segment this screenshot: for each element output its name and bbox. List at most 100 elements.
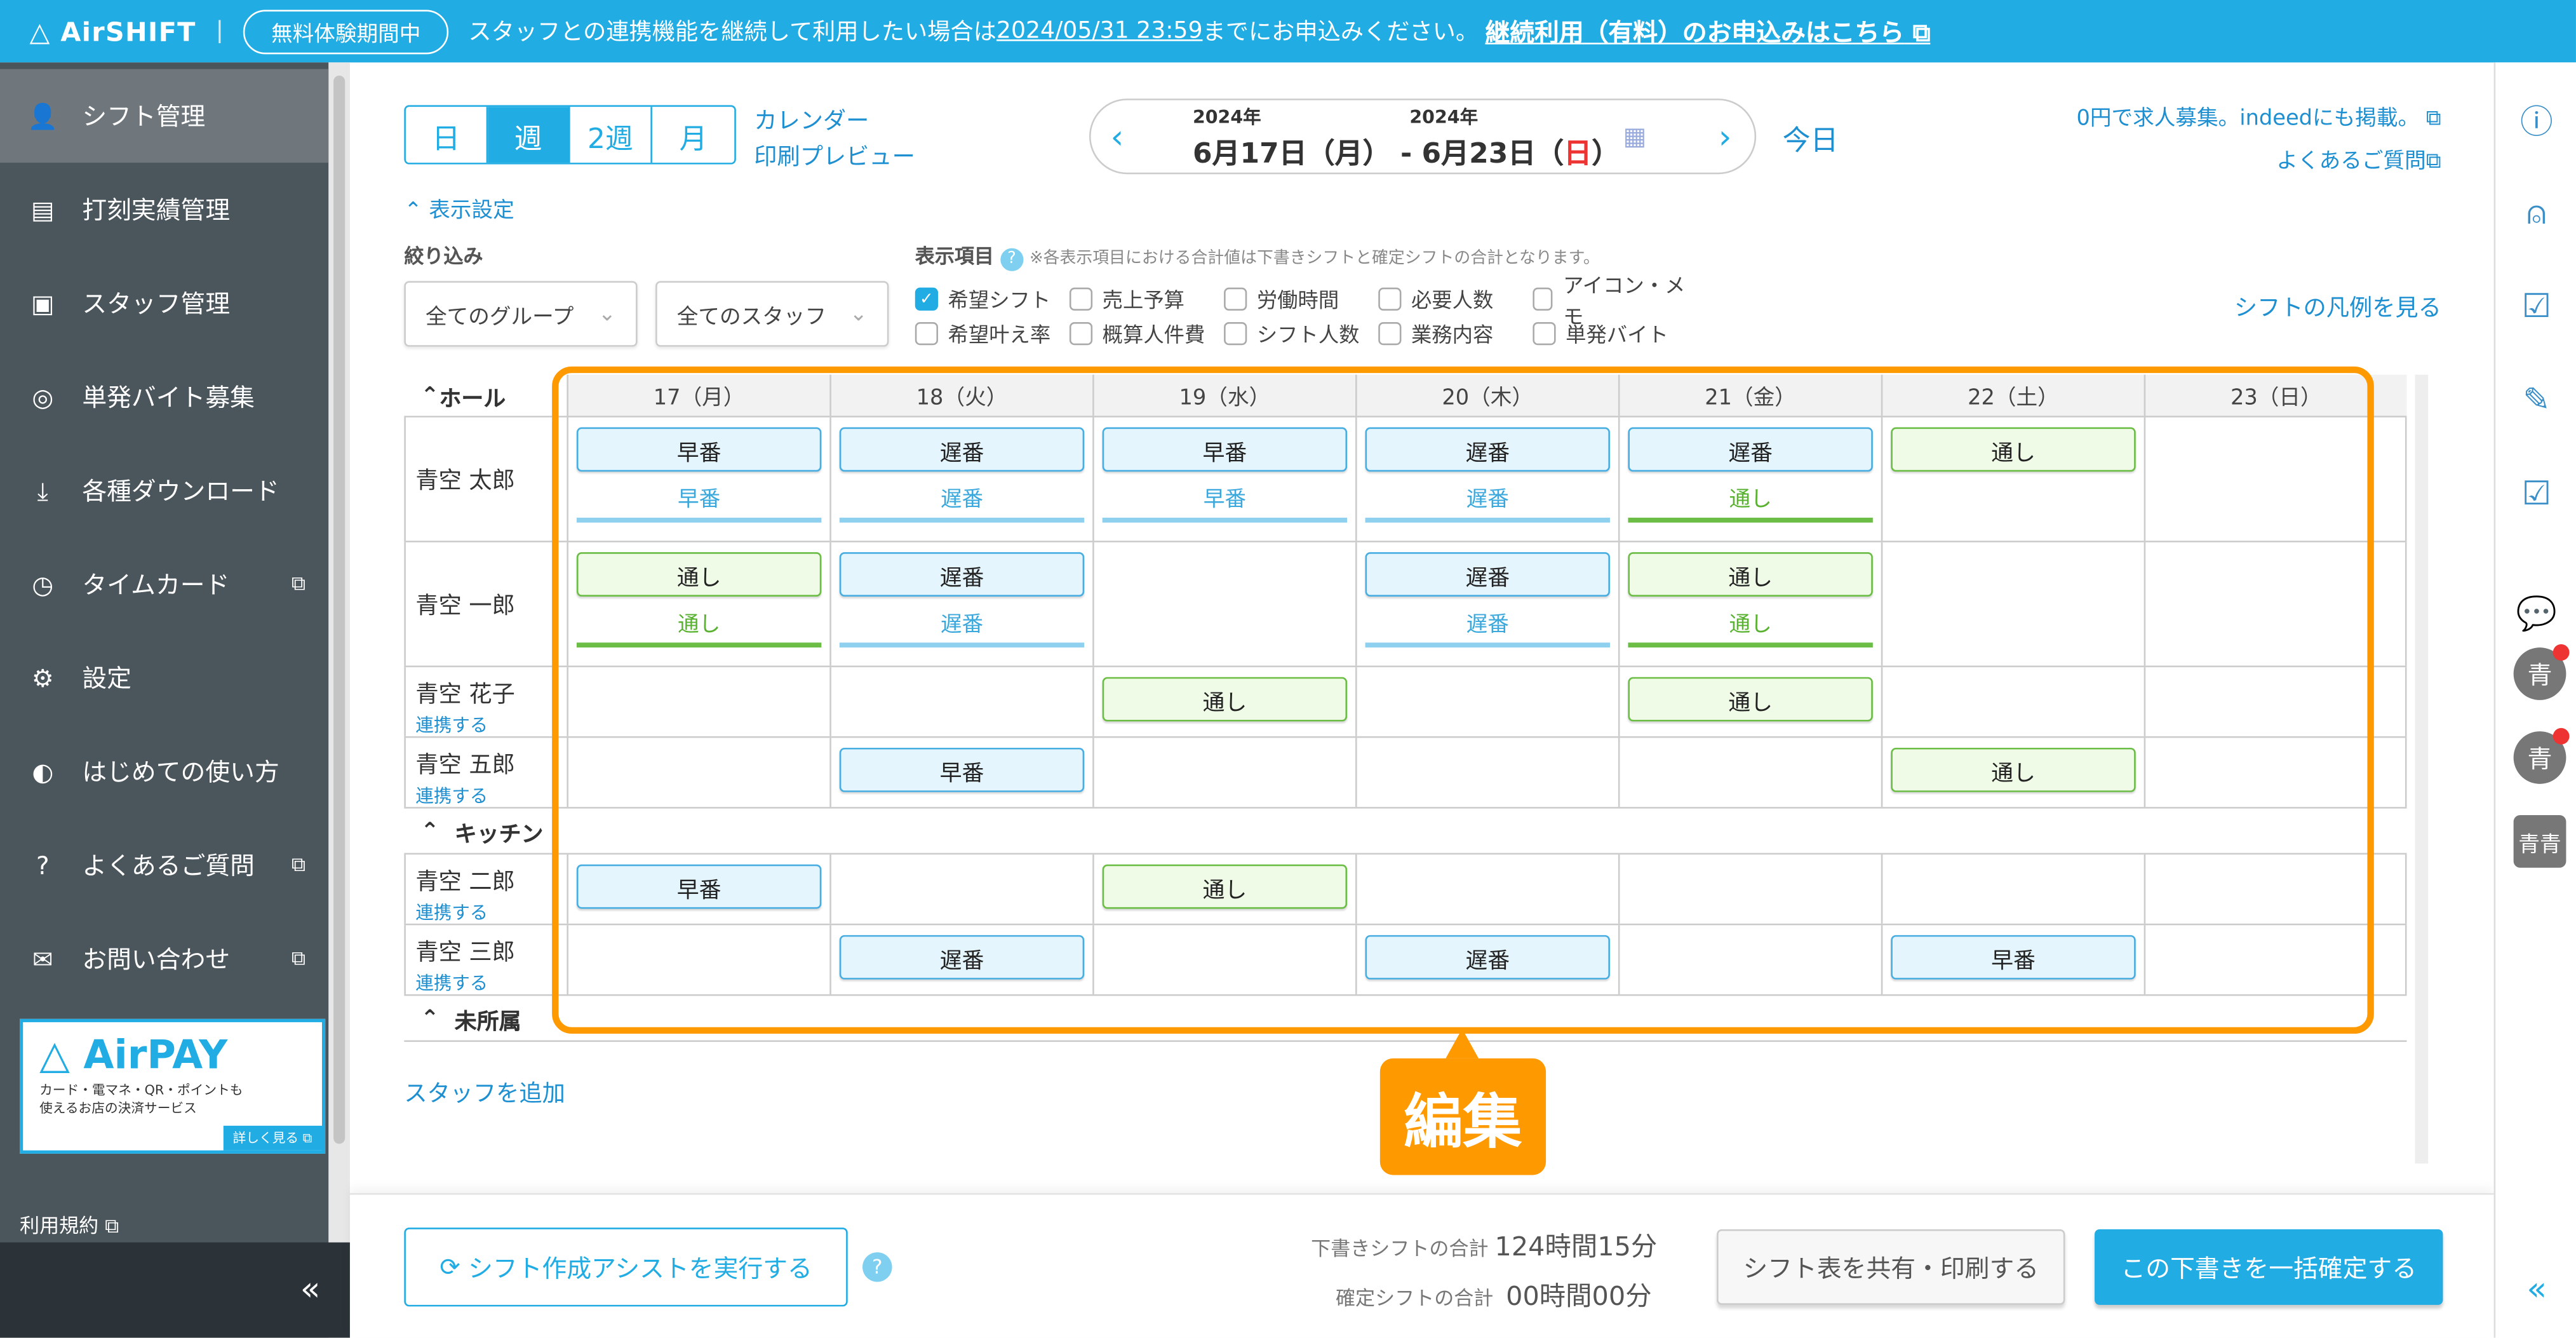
shift-cell[interactable]: 早番 早番 [567, 417, 829, 541]
shift-cell[interactable] [1618, 855, 1881, 924]
staff-avatar[interactable]: 青 [2513, 644, 2570, 700]
faq-link[interactable]: よくあるご質問⧉ [2276, 143, 2441, 174]
prev-week-button[interactable]: ‹ [1111, 117, 1124, 156]
today-button[interactable]: 今日 [1783, 117, 1839, 158]
sidebar-scrollbar[interactable] [328, 62, 350, 1246]
checkbox-icon[interactable] [1069, 287, 1093, 310]
display-item-checkbox[interactable]: 労働時間 [1224, 281, 1378, 315]
link-staff-link[interactable]: 連携する [415, 899, 556, 925]
shift-cell[interactable] [1092, 542, 1355, 666]
shift-cell[interactable]: 遅番 通し [1618, 417, 1881, 541]
shift-chip[interactable]: 早番 [576, 427, 822, 472]
shift-cell[interactable] [1881, 855, 2144, 924]
shift-cell[interactable] [1092, 925, 1355, 994]
shift-cell[interactable] [1881, 542, 2144, 666]
shift-cell[interactable] [567, 667, 829, 736]
sidebar-item[interactable]: 👤 シフト管理 [0, 69, 329, 163]
display-item-checkbox[interactable]: 単発バイト [1533, 316, 1687, 350]
shift-chip[interactable]: 遅番 [1365, 427, 1610, 472]
group-select[interactable]: 全てのグループ ⌄ [404, 281, 638, 347]
shift-cell[interactable]: 通し 通し [567, 542, 829, 666]
shift-cell[interactable]: 通し [1092, 855, 1355, 924]
checkbox-icon[interactable] [1224, 287, 1247, 310]
shift-cell[interactable] [2143, 667, 2407, 736]
shift-chip[interactable]: 通し [1891, 427, 2136, 472]
terms-link[interactable]: 利用規約 ⧉ [20, 1211, 119, 1239]
shift-chip[interactable]: 早番 [576, 864, 822, 909]
shift-chip[interactable]: 通し [1628, 552, 1873, 597]
shift-assist-button[interactable]: ⟳ シフト作成アシストを実行する [404, 1227, 848, 1307]
shift-cell[interactable]: 遅番 遅番 [829, 417, 1092, 541]
view-tab[interactable]: 2週 [570, 107, 652, 163]
shift-cell[interactable] [1618, 738, 1881, 808]
sidebar-item[interactable]: ◷ タイムカード ⧉ [0, 537, 328, 631]
shift-cell[interactable] [1355, 855, 1618, 924]
shift-cell[interactable]: 遅番 [829, 925, 1092, 994]
display-item-checkbox[interactable]: 概算人件費 [1069, 316, 1224, 350]
shift-chip[interactable]: 早番 [839, 747, 1085, 792]
shift-cell[interactable] [829, 667, 1092, 736]
checkbox-icon[interactable] [1224, 321, 1247, 344]
shift-chip[interactable]: 遅番 [839, 552, 1085, 597]
checkbox-icon[interactable]: ✓ [915, 287, 939, 310]
calendar-icon[interactable]: ▦ [1623, 121, 1647, 151]
sidebar-item[interactable]: ▤ 打刻実績管理 [0, 163, 328, 256]
group-toggle[interactable]: ⌃ 未所属 [404, 996, 2407, 1042]
shift-chip[interactable]: 通し [576, 552, 822, 597]
shift-chip[interactable]: 通し [1628, 677, 1873, 722]
sidebar-item[interactable]: ▣ スタッフ管理 [0, 257, 328, 350]
group-toggle[interactable]: ⌃ キッチン [404, 809, 2407, 855]
shift-cell[interactable] [1092, 738, 1355, 808]
shift-cell[interactable]: 通し [1092, 667, 1355, 736]
shift-chip[interactable]: 通し [1102, 677, 1348, 722]
confirm-all-button[interactable]: この下書きを一括確定する [2095, 1229, 2443, 1305]
checkbox-icon[interactable] [915, 321, 939, 344]
sidebar-item[interactable]: ✉ お問い合わせ ⧉ [0, 912, 328, 1006]
shift-cell[interactable]: 遅番 遅番 [1355, 542, 1618, 666]
shift-cell[interactable] [1618, 925, 1881, 994]
link-staff-link[interactable]: 連携する [415, 970, 556, 996]
shift-chip[interactable]: 遅番 [839, 427, 1085, 472]
help-icon[interactable]: ? [862, 1252, 892, 1282]
ad-more-link[interactable]: 詳しく見る ⧉ [223, 1125, 322, 1151]
date-range-text[interactable]: 6月17日（月） - 6月23日（日） [1193, 130, 1620, 171]
shift-cell[interactable] [567, 738, 829, 808]
chat-icon[interactable]: 💬 [2516, 593, 2557, 633]
shift-cell[interactable]: 遅番 [1355, 925, 1618, 994]
link-staff-link[interactable]: 連携する [415, 782, 556, 808]
shift-cell[interactable]: 遅番 遅番 [829, 542, 1092, 666]
shift-check-icon[interactable]: ☑ [2517, 286, 2556, 325]
next-week-button[interactable]: › [1719, 117, 1732, 156]
info-icon[interactable]: ⓘ [2517, 98, 2556, 140]
group-toggle[interactable]: ⌃ ホール [404, 374, 567, 416]
display-item-checkbox[interactable]: アイコン・メモ [1533, 272, 1687, 328]
shift-cell[interactable]: 早番 早番 [1092, 417, 1355, 541]
checkbox-icon[interactable] [1378, 287, 1402, 310]
shift-cell[interactable] [1881, 667, 2144, 736]
share-print-button[interactable]: シフト表を共有・印刷する [1717, 1229, 2065, 1305]
grid-scrollbar[interactable] [2415, 374, 2429, 1164]
shift-cell[interactable]: 早番 [829, 738, 1092, 808]
sidebar-item[interactable]: ? よくあるご質問 ⧉ [0, 818, 328, 912]
staff-avatar[interactable]: 青青 [2513, 815, 2566, 868]
shift-cell[interactable] [2143, 417, 2407, 541]
shift-cell[interactable]: 通し [1618, 667, 1881, 736]
subscribe-link[interactable]: 継続利用（有料）のお申込みはこちら ⧉ [1485, 14, 1930, 48]
help-icon[interactable]: ? [1000, 248, 1024, 271]
staff-check-icon[interactable]: ☑ [2517, 473, 2556, 513]
shift-cell[interactable]: 通し [1881, 738, 2144, 808]
shift-chip[interactable]: 早番 [1102, 427, 1348, 472]
view-tab[interactable]: 週 [488, 107, 570, 163]
airpay-ad[interactable]: △ AirPAY カード・電マネ・QR・ポイントも 使えるお店の決済サービス 詳… [20, 1018, 326, 1154]
checkbox-icon[interactable] [1069, 321, 1093, 344]
display-item-checkbox[interactable]: ✓ 希望シフト [915, 281, 1070, 315]
shift-chip[interactable]: 遅番 [1628, 427, 1873, 472]
shift-cell[interactable]: 早番 [1881, 925, 2144, 994]
sidebar-item[interactable]: ⚙ 設定 [0, 631, 328, 724]
shift-cell[interactable] [2143, 542, 2407, 666]
checkbox-icon[interactable] [1533, 321, 1556, 344]
display-item-checkbox[interactable]: 希望叶え率 [915, 316, 1070, 350]
calendar-print-preview-link[interactable]: カレンダー 印刷プレビュー [754, 104, 915, 176]
shift-cell[interactable] [829, 855, 1092, 924]
staff-select[interactable]: 全てのスタッフ ⌄ [655, 281, 889, 347]
